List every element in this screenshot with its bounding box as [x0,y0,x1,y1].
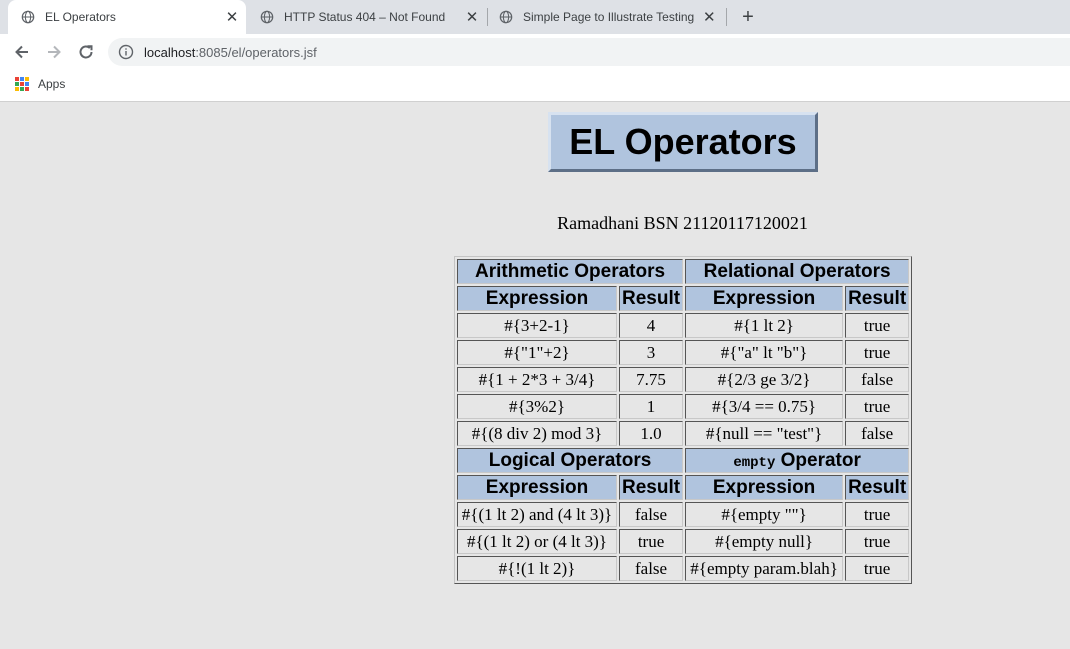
tab-title: EL Operators [45,10,116,24]
column-header-row: Expression Result Expression Result [457,475,910,500]
tab-separator [487,8,488,26]
rel-expr: #{3/4 == 0.75} [685,394,844,419]
rel-result: true [845,340,910,365]
table-row: #{(8 div 2) mod 3} 1.0 #{null == "test"}… [457,421,910,446]
close-icon[interactable]: ✕ [464,9,480,26]
close-icon[interactable]: ✕ [702,9,717,26]
url-host: localhost [144,44,196,60]
rel-result: false [845,421,910,446]
empty-header-suffix: Operator [775,449,861,471]
globe-icon [21,10,35,24]
col-result: Result [619,475,684,500]
globe-icon [260,10,274,24]
tab-simple-page[interactable]: Simple Page to Illustrate Testing f ✕ [491,0,721,34]
section-header-row: Logical Operators empty Operator [457,448,910,473]
apps-bookmark[interactable]: Apps [15,77,65,91]
col-result: Result [845,475,910,500]
logic-expr: #{(1 lt 2) and (4 lt 3)} [457,502,617,527]
col-expression: Expression [457,475,617,500]
table-row: #{!(1 lt 2)} false #{empty param.blah} t… [457,556,910,581]
empty-result: true [845,556,910,581]
rel-expr: #{null == "test"} [685,421,844,446]
rel-result: true [845,313,910,338]
arith-result: 4 [619,313,684,338]
arith-result: 3 [619,340,684,365]
author-line: Ramadhani BSN 21120117120021 [557,213,808,233]
arith-result: 1.0 [619,421,684,446]
col-expression: Expression [685,475,844,500]
empty-result: true [845,502,910,527]
col-expression: Expression [457,286,617,311]
logic-result: false [619,556,684,581]
address-bar[interactable]: localhost:8085/el/operators.jsf [108,38,1070,66]
info-icon[interactable] [118,44,134,60]
rel-expr: #{2/3 ge 3/2} [685,367,844,392]
bookmarks-bar: Apps [0,70,1070,102]
arith-result: 1 [619,394,684,419]
logic-expr: #{!(1 lt 2)} [457,556,617,581]
rel-expr: #{"a" lt "b"} [685,340,844,365]
reload-icon [79,45,93,59]
logical-header: Logical Operators [457,448,684,473]
table-row: #{(1 lt 2) and (4 lt 3)} false #{empty "… [457,502,910,527]
forward-button[interactable] [42,40,66,64]
tab-title: Simple Page to Illustrate Testing f [523,10,694,24]
arith-expr: #{3+2-1} [457,313,617,338]
back-icon [15,45,28,59]
table-row: #{(1 lt 2) or (4 lt 3)} true #{empty nul… [457,529,910,554]
empty-header: empty Operator [685,448,910,473]
forward-icon [48,45,61,59]
reload-button[interactable] [74,40,98,64]
table-row: #{3%2} 1 #{3/4 == 0.75} true [457,394,910,419]
rel-result: true [845,394,910,419]
arith-expr: #{"1"+2} [457,340,617,365]
logic-expr: #{(1 lt 2) or (4 lt 3)} [457,529,617,554]
page-heading-box: EL Operators [548,112,818,172]
rel-expr: #{1 lt 2} [685,313,844,338]
page-title: EL Operators [569,121,797,162]
new-tab-icon[interactable]: + [737,6,759,28]
apps-label: Apps [38,77,66,91]
empty-expr: #{empty ""} [685,502,844,527]
empty-keyword: empty [733,454,776,471]
empty-expr: #{empty null} [685,529,844,554]
col-expression: Expression [685,286,844,311]
tab-strip: EL Operators ✕ HTTP Status 404 – Not Fou… [0,0,1070,34]
address-url: localhost:8085/el/operators.jsf [144,45,317,60]
arithmetic-header: Arithmetic Operators [457,259,684,284]
column-header-row: Expression Result Expression Result [457,286,910,311]
close-icon[interactable]: ✕ [224,9,240,26]
tab-separator [726,8,727,26]
arith-expr: #{1 + 2*3 + 3/4} [457,367,617,392]
apps-grid-icon [15,77,29,91]
operators-table: Arithmetic Operators Relational Operator… [454,256,913,584]
url-path: :8085/el/operators.jsf [195,44,317,60]
table-row: #{"1"+2} 3 #{"a" lt "b"} true [457,340,910,365]
relational-header: Relational Operators [685,259,910,284]
arith-expr: #{3%2} [457,394,617,419]
tab-el-operators[interactable]: EL Operators ✕ [8,0,246,34]
globe-icon [499,10,513,24]
rel-result: false [845,367,910,392]
empty-result: true [845,529,910,554]
tab-http-404[interactable]: HTTP Status 404 – Not Found ✕ [252,0,484,34]
back-button[interactable] [10,40,34,64]
table-row: #{3+2-1} 4 #{1 lt 2} true [457,313,910,338]
tab-title: HTTP Status 404 – Not Found [284,10,446,24]
logic-result: false [619,502,684,527]
section-header-row: Arithmetic Operators Relational Operator… [457,259,910,284]
logic-result: true [619,529,684,554]
browser-toolbar: localhost:8085/el/operators.jsf [0,34,1070,70]
arith-expr: #{(8 div 2) mod 3} [457,421,617,446]
arith-result: 7.75 [619,367,684,392]
col-result: Result [845,286,910,311]
empty-expr: #{empty param.blah} [685,556,844,581]
table-row: #{1 + 2*3 + 3/4} 7.75 #{2/3 ge 3/2} fals… [457,367,910,392]
col-result: Result [619,286,684,311]
